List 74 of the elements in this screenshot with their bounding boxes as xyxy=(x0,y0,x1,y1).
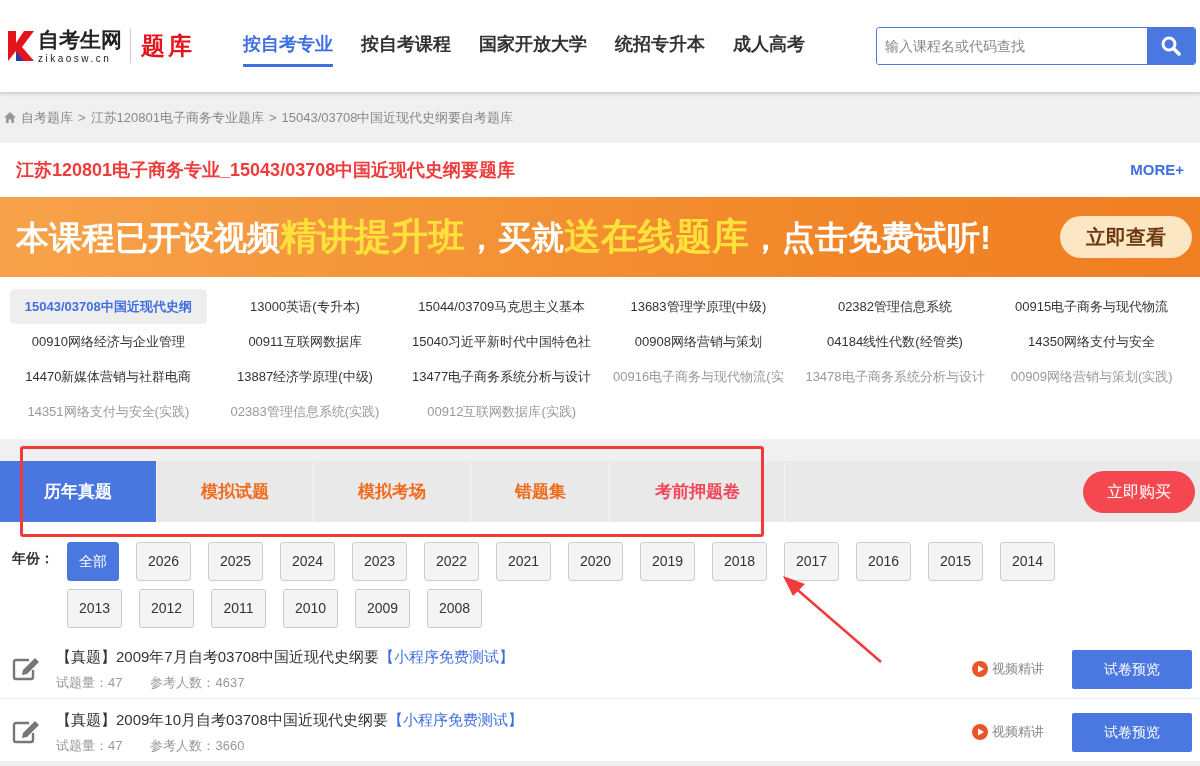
video-link[interactable]: 视频精讲 xyxy=(992,659,1044,679)
year-button[interactable]: 2024 xyxy=(280,542,335,581)
course-link[interactable]: 00910网络经济与企业管理 xyxy=(10,324,207,359)
test-link[interactable]: 【小程序免费测试】 xyxy=(379,646,515,669)
course-link[interactable]: 13000英语(专升本) xyxy=(206,289,404,324)
preview-button[interactable]: 试卷预览 xyxy=(1072,649,1192,689)
nav-link[interactable]: 统招专升本 xyxy=(615,25,705,67)
year-button[interactable]: 2016 xyxy=(856,542,911,581)
course-link[interactable]: 00908网络营销与策划 xyxy=(600,324,797,359)
home-icon xyxy=(4,112,16,123)
question-count: 试题量：47 xyxy=(56,736,123,755)
year-button[interactable]: 2018 xyxy=(712,542,767,581)
test-link[interactable]: 【小程序免费测试】 xyxy=(387,709,523,732)
year-button[interactable]: 2022 xyxy=(424,542,479,581)
section-title[interactable]: 题库 xyxy=(130,29,195,63)
year-button[interactable]: 2025 xyxy=(208,542,263,581)
logo-domain: zikaosw.cn xyxy=(38,53,113,64)
play-icon xyxy=(972,661,988,677)
course-link[interactable]: 02382管理信息系统 xyxy=(796,289,994,324)
year-button[interactable]: 2023 xyxy=(352,542,407,581)
year-button[interactable]: 2026 xyxy=(136,542,191,581)
year-button[interactable]: 2010 xyxy=(283,589,338,628)
buy-button[interactable]: 立即购买 xyxy=(1083,470,1195,513)
year-button[interactable]: 2017 xyxy=(784,542,839,581)
play-icon xyxy=(972,724,988,740)
edit-icon xyxy=(12,657,40,681)
year-button[interactable]: 2020 xyxy=(568,542,623,581)
year-button[interactable]: 2012 xyxy=(139,589,194,628)
nav-link[interactable]: 按自考课程 xyxy=(361,25,451,67)
nav-link[interactable]: 按自考专业 xyxy=(243,25,333,67)
preview-button[interactable]: 试卷预览 xyxy=(1072,712,1192,752)
search-field[interactable]: 输入课程名或代码查找 xyxy=(876,27,1196,65)
edit-icon xyxy=(12,720,40,744)
course-link[interactable]: 15043/03708中国近现代史纲 xyxy=(10,289,207,324)
course-link[interactable]: 15040习近平新时代中国特色社 xyxy=(403,324,600,359)
course-link[interactable]: 00915电子商务与现代物流 xyxy=(993,289,1190,324)
promo-banner[interactable]: 本课程已开设视频精讲提升班，买就送在线题库，点击免费试听! 立即查看 xyxy=(0,197,1200,277)
logo-icon xyxy=(8,31,34,61)
breadcrumb-separator: > xyxy=(78,108,86,127)
year-button[interactable]: 2013 xyxy=(67,589,122,628)
view-button[interactable]: 立即查看 xyxy=(1060,216,1192,258)
year-button[interactable]: 全部 xyxy=(67,542,119,581)
year-button[interactable]: 2015 xyxy=(928,542,983,581)
more-link[interactable]: MORE+ xyxy=(1130,158,1184,182)
course-link[interactable]: 13477电子商务系统分析与设计 xyxy=(403,359,600,394)
banner-text: 本课程已开设视频精讲提升班，买就送在线题库，点击免费试听! xyxy=(16,215,991,260)
year-button[interactable]: 2021 xyxy=(496,542,551,581)
nav-link[interactable]: 国家开放大学 xyxy=(479,25,587,67)
year-button[interactable]: 2014 xyxy=(1000,542,1055,581)
paper-title: 【真题】2009年10月自考03708中国近现代史纲要 xyxy=(56,710,388,730)
year-button[interactable]: 2011 xyxy=(211,589,266,628)
search-icon xyxy=(1161,36,1181,56)
participant-count: 参考人数：3660 xyxy=(150,736,245,755)
course-link[interactable]: 00911互联网数据库 xyxy=(206,324,404,359)
search-button[interactable] xyxy=(1147,28,1195,64)
video-link[interactable]: 视频精讲 xyxy=(992,722,1044,742)
year-label: 年份： xyxy=(12,549,55,568)
course-link[interactable]: 14470新媒体营销与社群电商 xyxy=(10,359,207,394)
question-count: 试题量：47 xyxy=(56,673,123,692)
course-link[interactable]: 13683管理学原理(中级) xyxy=(600,289,797,324)
logo-text[interactable]: 自考生网 xyxy=(38,28,122,50)
participant-count: 参考人数：4637 xyxy=(150,673,245,692)
course-link[interactable]: 15044/03709马克思主义基本 xyxy=(403,289,600,324)
course-title: 江苏120801电子商务专业_15043/03708中国近现代史纲要题库 xyxy=(16,158,516,182)
breadcrumb-separator: > xyxy=(269,108,277,127)
course-link[interactable]: 13887经济学原理(中级) xyxy=(206,359,404,394)
year-button[interactable]: 2008 xyxy=(427,589,482,628)
course-link[interactable]: 04184线性代数(经管类) xyxy=(796,324,994,359)
year-button[interactable]: 2019 xyxy=(640,542,695,581)
year-button[interactable]: 2009 xyxy=(355,589,410,628)
course-link[interactable]: 14350网络支付与安全 xyxy=(993,324,1190,359)
paper-title: 【真题】2009年7月自考03708中国近现代史纲要 xyxy=(56,647,380,667)
nav-link[interactable]: 成人高考 xyxy=(733,25,805,67)
tab[interactable]: 历年真题 xyxy=(0,461,157,522)
